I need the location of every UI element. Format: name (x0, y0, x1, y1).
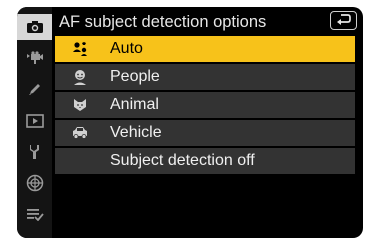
menu-sidebar (17, 7, 52, 238)
option-label: Subject detection off (110, 152, 255, 169)
network-icon[interactable] (17, 170, 52, 196)
option-label: People (110, 68, 160, 85)
option-label: Animal (110, 96, 159, 113)
option-subject-detection-off[interactable]: Subject detection off (55, 148, 355, 174)
animal-face-icon (70, 92, 90, 118)
wrench-icon[interactable] (17, 139, 52, 165)
options-list: Auto People Animal Vehicle Subject detec… (55, 36, 355, 176)
option-label: Vehicle (110, 124, 162, 141)
option-vehicle[interactable]: Vehicle (55, 120, 355, 146)
person-face-icon (70, 64, 90, 90)
option-animal[interactable]: Animal (55, 92, 355, 118)
option-auto[interactable]: Auto (55, 36, 355, 62)
my-menu-icon[interactable] (17, 201, 52, 227)
option-label: Auto (110, 40, 143, 57)
menu-content: AF subject detection options Auto People (52, 7, 363, 238)
camera-icon[interactable] (17, 14, 52, 40)
back-button[interactable] (330, 11, 357, 30)
option-people[interactable]: People (55, 64, 355, 90)
playback-icon[interactable] (17, 108, 52, 134)
car-icon (70, 120, 90, 146)
return-arrow-icon (336, 12, 352, 30)
pencil-icon[interactable] (17, 76, 52, 102)
video-camera-icon[interactable] (17, 45, 52, 71)
auto-subject-icon (70, 36, 90, 62)
page-title: AF subject detection options (59, 13, 267, 31)
camera-menu-screen: AF subject detection options Auto People (17, 7, 363, 238)
